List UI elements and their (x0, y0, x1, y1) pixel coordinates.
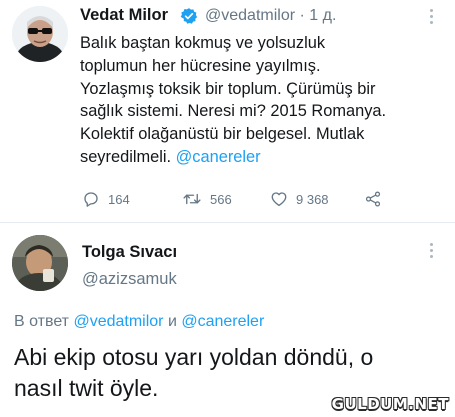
reply-count: 164 (108, 191, 130, 207)
reply-button[interactable]: 164 (82, 190, 130, 208)
avatar-image (12, 6, 68, 62)
timestamp[interactable]: 1 д. (309, 7, 336, 24)
retweet-button[interactable]: 566 (182, 190, 232, 208)
tweet-line: Balık baştan kokmuş ve yolsuzluk (80, 34, 326, 52)
reply-prefix: В ответ (14, 313, 74, 330)
tweet-line-last: seyredilmeli. @canereler (80, 146, 440, 169)
tweet-line: Kolektif olağanüstü bir belgesel. Mutlak (80, 125, 365, 144)
tweet-line: seyredilmeli. (80, 147, 176, 166)
mention-link[interactable]: @canereler (181, 313, 264, 330)
replying-to: В ответ @vedatmilor и @canereler (14, 313, 264, 331)
tweet-line: Yozlaşmış toksik bir toplum. Çürümüş bir (80, 79, 376, 98)
verified-badge-icon (180, 7, 198, 30)
share-button[interactable] (364, 190, 390, 208)
like-count: 9 368 (296, 191, 329, 207)
tweet-divider (0, 222, 455, 223)
share-icon (365, 191, 381, 207)
separator-dot: · (299, 7, 305, 24)
tweet-actions: 164 566 9 368 (80, 190, 420, 214)
avatar-image (12, 235, 68, 291)
more-options-icon[interactable] (430, 9, 434, 25)
heart-icon (271, 192, 287, 207)
mention-link[interactable]: @vedatmilor (73, 313, 163, 330)
display-name[interactable]: Vedat Milor (80, 6, 168, 25)
tweet-original[interactable]: Vedat Milor @vedatmilor · 1 д. Balık baş… (0, 0, 455, 222)
reply-text-line: Abi ekip otosu yarı yoldan döndü, o (14, 344, 374, 370)
avatar-tolga-sivaci[interactable] (12, 235, 68, 291)
like-button[interactable]: 9 368 (270, 190, 329, 208)
watermark-logo: GULDUM.NET (331, 395, 449, 413)
more-options-icon[interactable] (430, 243, 434, 259)
handle[interactable]: @vedatmilor (205, 7, 295, 24)
display-name[interactable]: Tolga Sıvacı (82, 243, 177, 262)
avatar-vedat-milor[interactable] (12, 6, 68, 62)
reply-icon (84, 192, 98, 207)
tweet-line: toplumun her hücresine yayılmış. (80, 56, 321, 75)
tweet-text: Balık baştan kokmuş ve yolsuzluk toplumun… (80, 32, 440, 169)
retweet-icon (183, 193, 201, 205)
retweet-count: 566 (210, 191, 232, 207)
mention-link[interactable]: @canereler (176, 148, 261, 166)
tweet-line: sağlık sistemi. Neresi mi? 2015 Romanya. (80, 102, 387, 121)
handle[interactable]: @azizsamuk (82, 270, 177, 289)
reply-joiner: и (163, 313, 182, 330)
